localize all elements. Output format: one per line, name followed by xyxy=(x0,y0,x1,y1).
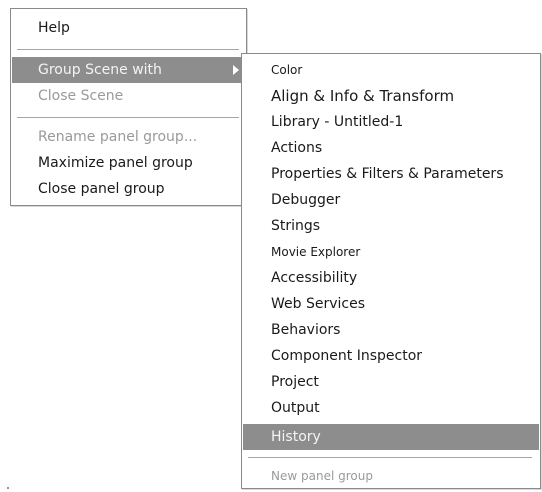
stray-pixel xyxy=(7,487,9,489)
submenu-item-output[interactable]: Output xyxy=(243,395,539,421)
menu-item-close-panel-group[interactable]: Close panel group xyxy=(12,176,245,202)
menu-item-label: Group Scene with xyxy=(38,62,162,78)
menu-item-rename-panel-group: Rename panel group... xyxy=(38,129,198,145)
submenu-item-strings[interactable]: Strings xyxy=(243,213,539,239)
submenu-item-properties-filters-parameters[interactable]: Properties & Filters & Parameters xyxy=(243,161,539,187)
menu-item-group-scene-with[interactable]: Group Scene with xyxy=(12,57,245,83)
group-scene-with-submenu: Color Align & Info & Transform Library -… xyxy=(241,53,541,489)
submenu-item-behaviors[interactable]: Behaviors xyxy=(243,317,539,343)
panel-options-menu: Help Group Scene with Close Scene Rename… xyxy=(10,8,247,206)
submenu-item-align-info-transform[interactable]: Align & Info & Transform xyxy=(243,83,539,109)
submenu-item-web-services[interactable]: Web Services xyxy=(243,291,539,317)
menu-separator xyxy=(17,49,239,51)
submenu-arrow-icon xyxy=(233,65,239,75)
submenu-item-component-inspector[interactable]: Component Inspector xyxy=(243,343,539,369)
submenu-item-library[interactable]: Library - Untitled-1 xyxy=(243,109,539,135)
submenu-item-movie-explorer[interactable]: Movie Explorer xyxy=(243,239,539,265)
submenu-item-actions[interactable]: Actions xyxy=(243,135,539,161)
submenu-item-history[interactable]: History xyxy=(243,424,539,450)
menu-separator xyxy=(248,457,532,459)
submenu-item-debugger[interactable]: Debugger xyxy=(243,187,539,213)
menu-separator xyxy=(17,117,239,119)
menu-item-close-scene: Close Scene xyxy=(38,88,124,104)
submenu-item-color[interactable]: Color xyxy=(243,57,539,83)
menu-item-maximize-panel-group[interactable]: Maximize panel group xyxy=(12,150,245,176)
submenu-item-new-panel-group: New panel group xyxy=(271,469,373,483)
submenu-item-accessibility[interactable]: Accessibility xyxy=(243,265,539,291)
menu-item-help[interactable]: Help xyxy=(12,15,245,41)
screen: Help Group Scene with Close Scene Rename… xyxy=(0,0,542,492)
submenu-item-project[interactable]: Project xyxy=(243,369,539,395)
